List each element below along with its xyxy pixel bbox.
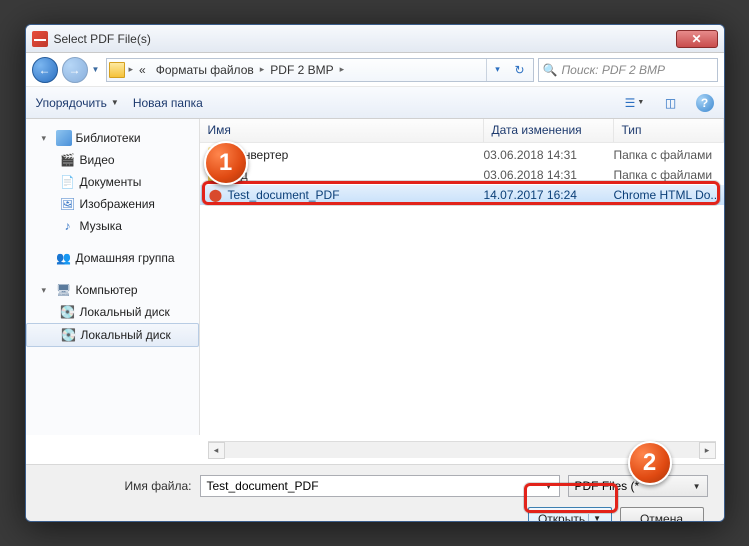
file-row[interactable]: ард 03.06.2018 14:31 Папка с файлами: [200, 165, 724, 185]
triangle-left-icon: ◂: [214, 445, 219, 456]
chevron-right-icon: ▸: [129, 64, 134, 75]
breadcrumb-item[interactable]: PDF 2 BMP: [266, 61, 337, 79]
triangle-right-icon: ▸: [705, 445, 710, 456]
bottom-bar: Имя файла: Test_document_PDF ▼ PDF Files…: [26, 464, 724, 522]
tree-documents[interactable]: 📄Документы: [26, 171, 199, 193]
chevron-right-icon: ▸: [260, 64, 265, 75]
chevron-right-icon: ▸: [340, 64, 345, 75]
tree-disk[interactable]: 💽Локальный диск: [26, 301, 199, 323]
disk-icon: 💽: [61, 327, 77, 343]
window-title: Select PDF File(s): [54, 32, 676, 46]
chevron-down-icon: ▼: [588, 514, 601, 522]
chevron-down-icon: ▼: [545, 482, 553, 491]
disk-icon: 💽: [60, 304, 76, 320]
forward-arrow-icon: →: [69, 63, 81, 77]
file-icon: ⬤: [208, 187, 224, 203]
annotation-badge-2: 2: [628, 441, 672, 485]
address-dropdown-button[interactable]: ▾: [487, 59, 509, 81]
documents-icon: 📄: [60, 174, 76, 190]
help-button[interactable]: ?: [696, 94, 714, 112]
refresh-icon: ↻: [514, 63, 524, 77]
search-input[interactable]: 🔍 Поиск: PDF 2 BMP: [538, 58, 718, 82]
chevron-down-icon: ▾: [495, 64, 500, 75]
file-list-pane: Имя Дата изменения Тип КОнвертер 03.06.2…: [200, 119, 724, 435]
expand-icon: ▾: [42, 285, 52, 296]
filter-text: PDF Files (*: [575, 479, 640, 493]
preview-pane-button[interactable]: ◫: [660, 92, 682, 114]
chevron-down-icon: ▼: [111, 98, 119, 107]
annotation-badge-1: 1: [204, 141, 248, 185]
cancel-button[interactable]: Отмена: [620, 507, 704, 522]
organize-button[interactable]: Упорядочить ▼: [36, 96, 119, 110]
tree-libraries[interactable]: ▾Библиотеки: [26, 127, 199, 149]
chevron-down-icon: ▼: [693, 482, 701, 491]
new-folder-button[interactable]: Новая папка: [133, 96, 203, 110]
column-headers: Имя Дата изменения Тип: [200, 119, 724, 143]
search-icon: 🔍: [543, 63, 558, 77]
column-type[interactable]: Тип: [614, 119, 724, 142]
view-options-button[interactable]: ☰▼: [624, 92, 646, 114]
scroll-right-button[interactable]: ▸: [699, 442, 716, 459]
folder-icon: [109, 62, 125, 78]
help-icon: ?: [701, 96, 708, 110]
back-button[interactable]: ←: [32, 57, 58, 83]
filename-input[interactable]: Test_document_PDF ▼: [200, 475, 560, 497]
column-date[interactable]: Дата изменения: [484, 119, 614, 142]
file-dialog-window: Select PDF File(s) ✕ ← → ▼ ▸ « Форматы ф…: [25, 24, 725, 522]
breadcrumb-root[interactable]: «: [135, 61, 150, 79]
toolbar: Упорядочить ▼ Новая папка ☰▼ ◫ ?: [26, 87, 724, 119]
filename-label: Имя файла:: [42, 479, 192, 493]
file-row[interactable]: КОнвертер 03.06.2018 14:31 Папка с файла…: [200, 145, 724, 165]
tree-homegroup[interactable]: 👥Домашняя группа: [26, 247, 199, 269]
close-icon: ✕: [691, 32, 701, 46]
open-button[interactable]: Открыть ▼: [528, 507, 612, 522]
music-icon: ♪: [60, 218, 76, 234]
app-icon: [32, 31, 48, 47]
search-placeholder: Поиск: PDF 2 BMP: [561, 63, 665, 77]
address-bar[interactable]: ▸ « Форматы файлов ▸ PDF 2 BMP ▸ ▾ ↻: [106, 58, 534, 82]
close-button[interactable]: ✕: [676, 30, 718, 48]
homegroup-icon: 👥: [56, 250, 72, 266]
tree-video[interactable]: 🎬Видео: [26, 149, 199, 171]
view-list-icon: ☰: [625, 96, 636, 110]
file-row-selected[interactable]: ⬤Test_document_PDF 14.07.2017 16:24 Chro…: [200, 185, 724, 205]
chevron-down-icon: ▼: [637, 99, 644, 106]
tree-images[interactable]: 🖼Изображения: [26, 193, 199, 215]
body-area: ▾Библиотеки 🎬Видео 📄Документы 🖼Изображен…: [26, 119, 724, 435]
tree-music[interactable]: ♪Музыка: [26, 215, 199, 237]
libraries-icon: [56, 130, 72, 146]
preview-pane-icon: ◫: [665, 96, 676, 110]
filename-value: Test_document_PDF: [207, 479, 319, 493]
back-arrow-icon: ←: [39, 63, 51, 77]
column-name[interactable]: Имя: [200, 119, 484, 142]
video-icon: 🎬: [60, 152, 76, 168]
forward-button[interactable]: →: [62, 57, 88, 83]
navigation-tree: ▾Библиотеки 🎬Видео 📄Документы 🖼Изображен…: [26, 119, 200, 435]
tree-computer[interactable]: ▾🖥Компьютер: [26, 279, 199, 301]
images-icon: 🖼: [60, 196, 76, 212]
history-dropdown[interactable]: ▼: [92, 57, 102, 83]
computer-icon: 🖥: [56, 282, 72, 298]
refresh-button[interactable]: ↻: [509, 59, 531, 81]
scroll-left-button[interactable]: ◂: [208, 442, 225, 459]
expand-icon: ▾: [42, 133, 52, 144]
tree-disk-selected[interactable]: 💽Локальный диск: [26, 323, 199, 347]
breadcrumb-item[interactable]: Форматы файлов: [152, 61, 258, 79]
nav-bar: ← → ▼ ▸ « Форматы файлов ▸ PDF 2 BMP ▸ ▾…: [26, 53, 724, 87]
titlebar: Select PDF File(s) ✕: [26, 25, 724, 53]
